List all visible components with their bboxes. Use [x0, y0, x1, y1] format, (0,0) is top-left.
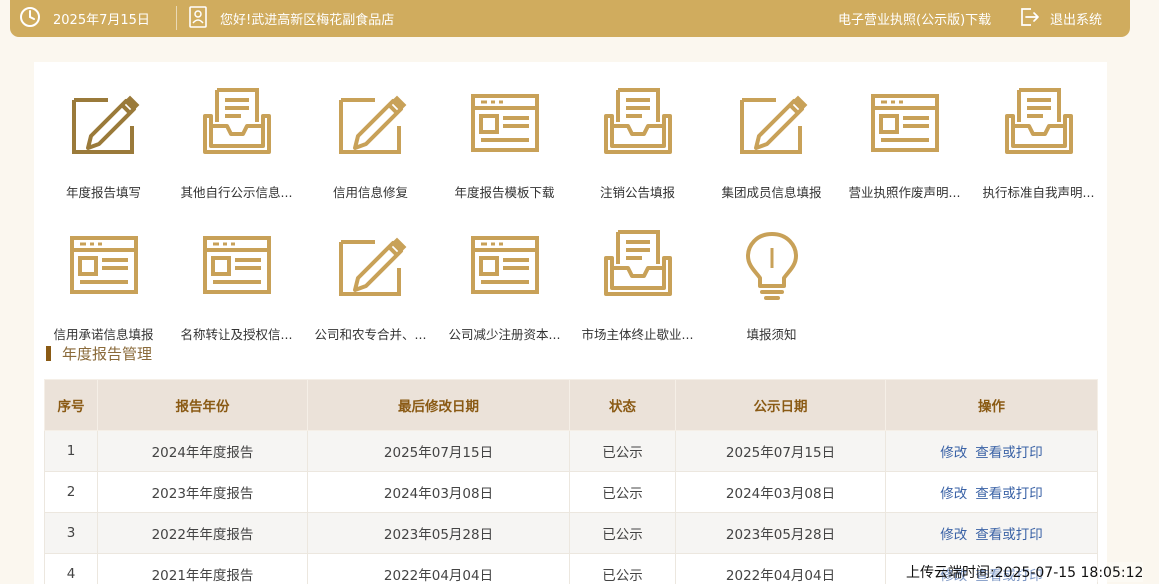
col-header-no: 序号 — [44, 379, 98, 431]
edit-icon — [339, 237, 407, 296]
cell-modified: 2023年05月28日 — [307, 512, 570, 554]
tile-label: 其他自行公示信息... — [180, 185, 293, 200]
cell-status: 已公示 — [569, 430, 676, 472]
tile-label: 信用承诺信息填报 — [53, 327, 154, 342]
cell-status: 已公示 — [569, 512, 676, 554]
cell-published: 2025年07月15日 — [675, 430, 886, 472]
license-download-link[interactable]: 电子营业执照(公示版)下载 — [838, 9, 991, 28]
top-bar: 2025年7月15日 您好!武进高新区梅花副食品店 电子营业执照(公示版)下载 … — [10, 0, 1130, 37]
cell-actions: 修改 查看或打印 — [885, 512, 1098, 554]
tile-label: 年度报告填写 — [65, 185, 141, 200]
tile-cancellation-notice[interactable]: 注销公告填报 — [571, 86, 704, 200]
view-print-link[interactable]: 查看或打印 — [975, 527, 1043, 543]
cell-no: 3 — [44, 512, 98, 554]
tile-company-merger[interactable]: 公司和农专合并、... — [304, 228, 437, 342]
lightbulb-icon — [746, 232, 798, 300]
cell-published: 2023年05月28日 — [675, 512, 886, 554]
cell-published: 2022年04月04日 — [675, 553, 886, 584]
col-header-modified: 最后修改日期 — [307, 379, 570, 431]
edit-icon — [72, 95, 140, 154]
logout-button[interactable]: 退出系统 — [1050, 9, 1102, 28]
edit-icon — [740, 95, 808, 154]
tile-credit-repair[interactable]: 信用信息修复 — [304, 86, 437, 200]
tile-label: 填报须知 — [746, 327, 797, 342]
tile-template-download[interactable]: 年度报告模板下载 — [438, 86, 571, 200]
edit-link[interactable]: 修改 — [940, 527, 967, 543]
cell-status: 已公示 — [569, 553, 676, 584]
cell-year: 2021年年度报告 — [97, 553, 308, 584]
tile-annual-report-fill[interactable]: 年度报告填写 — [37, 86, 170, 200]
cell-status: 已公示 — [569, 471, 676, 513]
tile-label: 注销公告填报 — [599, 185, 675, 200]
clock-icon — [20, 7, 40, 27]
tile-label: 公司和农专合并、... — [314, 327, 427, 342]
table-row: 2 2023年年度报告 2024年03月08日 已公示 2024年03月08日 … — [44, 471, 1098, 513]
cell-modified: 2022年04月04日 — [307, 553, 570, 584]
inbox-icon — [203, 88, 271, 154]
current-date: 2025年7月15日 — [53, 13, 150, 28]
edit-link[interactable]: 修改 — [940, 486, 967, 502]
col-header-status: 状态 — [569, 379, 676, 431]
tile-label: 信用信息修复 — [332, 185, 408, 200]
edit-icon — [339, 95, 407, 154]
cell-modified: 2025年07月15日 — [307, 430, 570, 472]
cell-year: 2024年年度报告 — [97, 430, 308, 472]
tile-standard-self-declaration[interactable]: 执行标准自我声明... — [972, 86, 1105, 200]
table-row: 3 2022年年度报告 2023年05月28日 已公示 2023年05月28日 … — [44, 512, 1098, 554]
tile-credit-commitment[interactable]: 信用承诺信息填报 — [37, 228, 170, 342]
col-header-actions: 操作 — [885, 379, 1098, 431]
tile-label: 集团成员信息填报 — [721, 185, 822, 200]
inbox-icon — [604, 88, 672, 154]
table-header-row: 序号 报告年份 最后修改日期 状态 公示日期 操作 — [44, 379, 1098, 431]
cell-modified: 2024年03月08日 — [307, 471, 570, 513]
form-icon — [471, 94, 539, 152]
tile-label: 公司减少注册资本... — [448, 327, 561, 342]
cell-actions: 修改 查看或打印 — [885, 471, 1098, 513]
view-print-link[interactable]: 查看或打印 — [975, 486, 1043, 502]
form-icon — [203, 236, 271, 294]
inbox-icon — [1005, 88, 1073, 154]
cell-actions: 修改 查看或打印 — [885, 430, 1098, 472]
section-marker — [46, 345, 51, 361]
tile-label: 营业执照作废声明... — [848, 185, 961, 200]
form-icon — [70, 236, 138, 294]
cell-year: 2023年年度报告 — [97, 471, 308, 513]
logout-icon[interactable] — [1018, 6, 1040, 28]
cell-year: 2022年年度报告 — [97, 512, 308, 554]
form-icon — [471, 236, 539, 294]
cell-no: 4 — [44, 553, 98, 584]
tile-business-suspension[interactable]: 市场主体终止歇业... — [571, 228, 704, 342]
user-icon — [189, 6, 207, 28]
tile-label: 名称转让及授权信... — [180, 327, 293, 342]
tile-other-public-info[interactable]: 其他自行公示信息... — [170, 86, 303, 200]
annual-report-table: 序号 报告年份 最后修改日期 状态 公示日期 操作 1 2024年年度报告 20… — [44, 379, 1098, 584]
tile-name-transfer[interactable]: 名称转让及授权信... — [170, 228, 303, 342]
tile-capital-reduction[interactable]: 公司减少注册资本... — [438, 228, 571, 342]
table-row: 1 2024年年度报告 2025年07月15日 已公示 2025年07月15日 … — [44, 430, 1098, 472]
tile-label: 市场主体终止歇业... — [581, 327, 694, 342]
divider — [176, 6, 177, 30]
tile-group-member-info[interactable]: 集团成员信息填报 — [705, 86, 838, 200]
cell-no: 1 — [44, 430, 98, 472]
tile-label: 年度报告模板下载 — [454, 185, 555, 200]
tile-filing-instructions[interactable]: 填报须知 — [705, 228, 838, 342]
tile-label: 执行标准自我声明... — [982, 185, 1095, 200]
view-print-link[interactable]: 查看或打印 — [975, 445, 1043, 461]
cell-published: 2024年03月08日 — [675, 471, 886, 513]
col-header-year: 报告年份 — [97, 379, 308, 431]
greeting-text: 您好!武进高新区梅花副食品店 — [220, 13, 395, 28]
main-panel: 年度报告填写 其他自行公示信息... 信用信息修复 年度报告模板下载 注销公告填… — [34, 62, 1107, 584]
col-header-published: 公示日期 — [675, 379, 886, 431]
section-title-text: 年度报告管理 — [62, 344, 153, 363]
edit-link[interactable]: 修改 — [940, 445, 967, 461]
inbox-icon — [604, 230, 672, 296]
section-title: 年度报告管理 — [46, 344, 153, 363]
upload-timestamp: 上传云端时间:2025-07-15 18:05:12 — [906, 562, 1144, 582]
form-icon — [871, 94, 939, 152]
cell-no: 2 — [44, 471, 98, 513]
tile-license-void-statement[interactable]: 营业执照作废声明... — [838, 86, 971, 200]
